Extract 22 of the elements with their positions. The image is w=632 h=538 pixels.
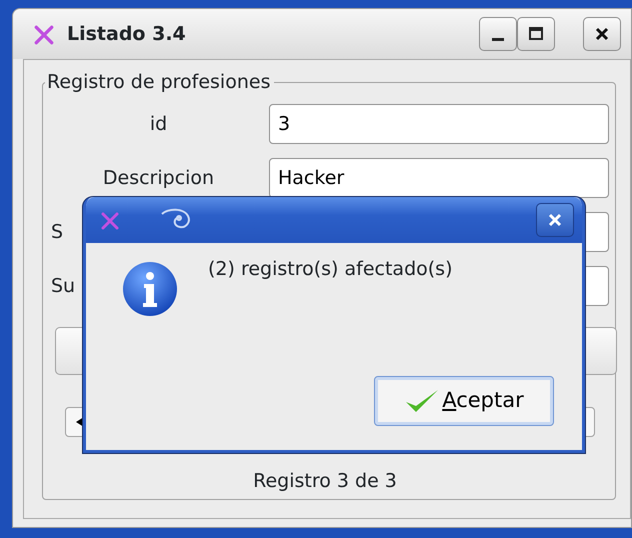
- info-icon: [122, 261, 178, 317]
- field-label: Descripcion: [102, 166, 216, 191]
- app-x-icon: [100, 210, 120, 231]
- field-label: S: [51, 220, 64, 245]
- accept-button[interactable]: Aceptar: [374, 376, 554, 426]
- close-button[interactable]: [583, 17, 621, 51]
- window-title: Listado 3.4: [67, 22, 187, 47]
- minimize-button[interactable]: [479, 17, 517, 51]
- record-status: Registro 3 de 3: [252, 469, 398, 494]
- checkmark-icon: [404, 388, 440, 414]
- close-icon: [595, 27, 609, 41]
- close-icon: [548, 213, 562, 227]
- text-field[interactable]: 3: [269, 104, 609, 144]
- close-button[interactable]: [536, 203, 574, 237]
- field-label: id: [148, 112, 168, 137]
- maximize-button[interactable]: [517, 17, 555, 51]
- maximize-icon: [528, 26, 544, 42]
- minimize-icon: [492, 38, 504, 40]
- field-label: Su: [51, 274, 76, 299]
- text-field[interactable]: Hacker: [269, 158, 609, 198]
- dialog-message: (2) registro(s) afectado(s): [208, 257, 452, 282]
- app-x-icon: [33, 24, 55, 46]
